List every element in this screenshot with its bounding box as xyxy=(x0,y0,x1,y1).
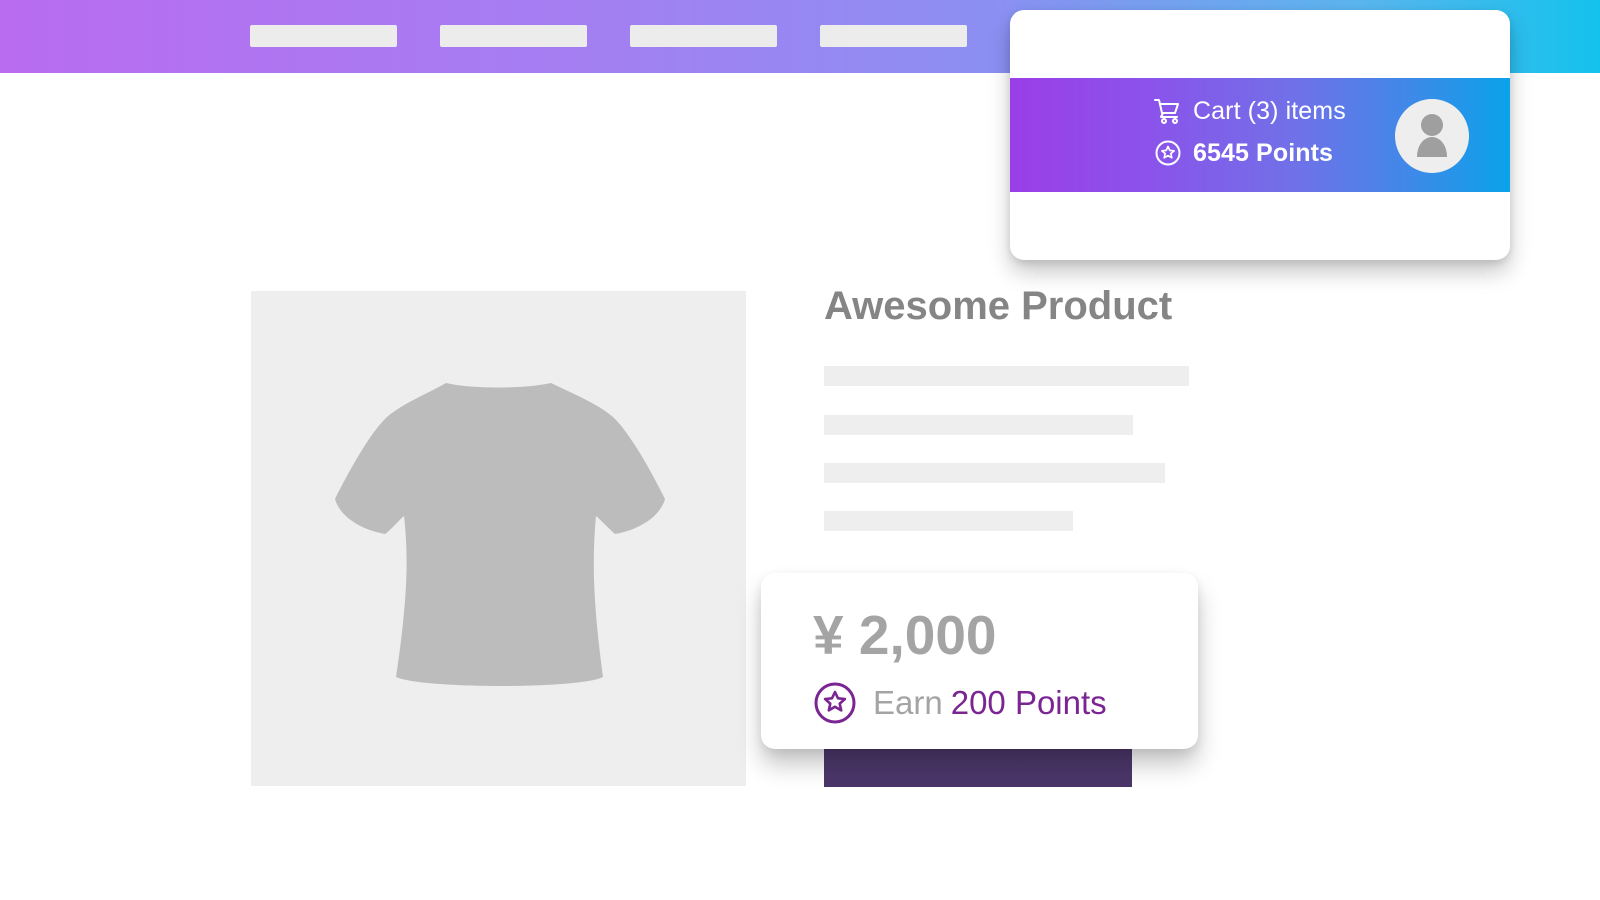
nav-placeholder-4[interactable] xyxy=(820,25,967,47)
product-title: Awesome Product xyxy=(824,284,1173,328)
description-placeholder-line xyxy=(824,511,1073,531)
price: ¥ 2,000 xyxy=(813,604,997,666)
description-placeholder-line xyxy=(824,415,1133,435)
points-earning: Earn 200 Points xyxy=(813,681,1107,725)
product-page: Cart (3) items 6545 Points Awesome Produ… xyxy=(0,0,1600,900)
description-placeholder-line xyxy=(824,463,1165,483)
points-summary[interactable]: 6545 Points xyxy=(1153,138,1333,168)
nav-placeholder-2[interactable] xyxy=(440,25,587,47)
tshirt-icon xyxy=(335,383,665,686)
points-label[interactable]: 6545 Points xyxy=(1193,139,1333,168)
star-icon xyxy=(813,681,857,725)
star-icon xyxy=(1153,138,1183,168)
cart-icon xyxy=(1153,96,1183,126)
earn-points: 200 Points xyxy=(950,684,1107,721)
nav-placeholder-1[interactable] xyxy=(250,25,397,47)
avatar[interactable] xyxy=(1395,99,1469,173)
purchase-button[interactable] xyxy=(824,745,1132,787)
price-card: ¥ 2,000 Earn 200 Points xyxy=(761,573,1198,749)
earn-prefix: Earn xyxy=(873,684,943,721)
cart-summary[interactable]: Cart (3) items xyxy=(1153,96,1346,126)
account-summary-card: Cart (3) items 6545 Points xyxy=(1010,10,1510,260)
product-image xyxy=(251,291,746,786)
description-placeholder-line xyxy=(824,366,1189,386)
user-icon xyxy=(1417,114,1447,157)
account-summary-band: Cart (3) items 6545 Points xyxy=(1010,78,1510,192)
nav-placeholder-3[interactable] xyxy=(630,25,777,47)
cart-label[interactable]: Cart (3) items xyxy=(1193,97,1346,126)
